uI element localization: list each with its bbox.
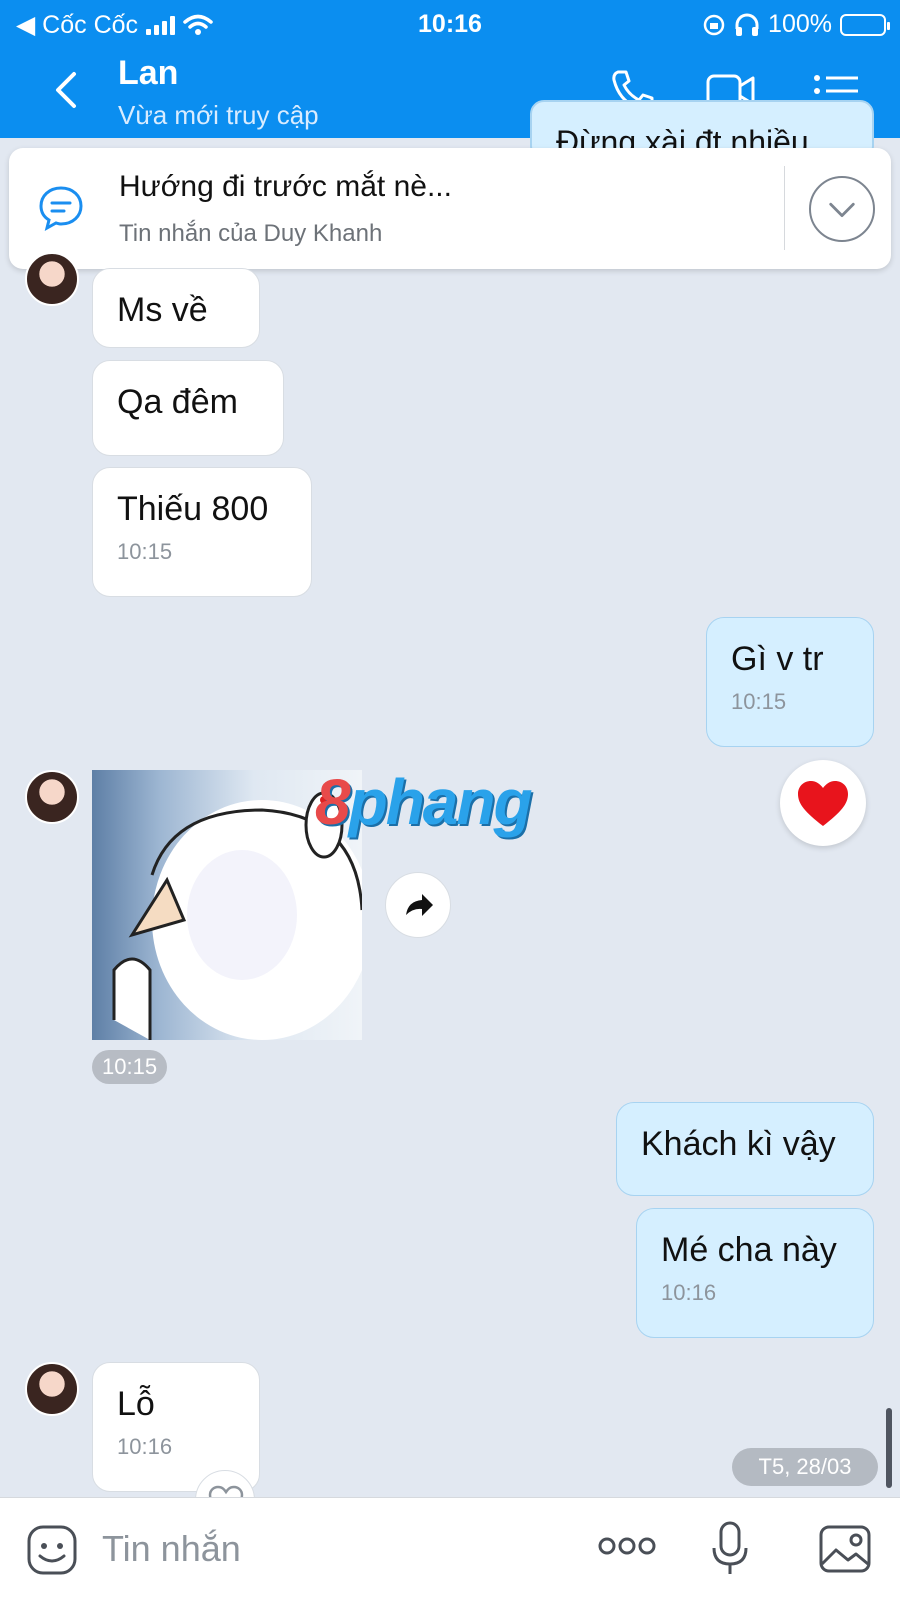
message-text: Ms về xyxy=(117,291,208,329)
message-time: 10:15 xyxy=(117,539,173,564)
chevron-down-icon[interactable] xyxy=(809,176,875,242)
message-composer xyxy=(0,1497,900,1600)
watermark-logo: 8phang xyxy=(315,766,533,838)
message-bubble-outgoing[interactable]: Mé cha này 10:16 xyxy=(636,1208,874,1338)
date-indicator: T5, 28/03 xyxy=(732,1448,878,1486)
image-gallery-icon[interactable] xyxy=(818,1524,872,1574)
avatar[interactable] xyxy=(25,770,79,824)
contact-status: Vừa mới truy cập xyxy=(118,100,319,130)
reaction-button[interactable] xyxy=(780,760,866,846)
message-text: Gì v tr xyxy=(731,640,824,678)
sticker-emoji-icon[interactable] xyxy=(26,1524,78,1576)
message-time: 10:16 xyxy=(117,1434,173,1459)
microphone-icon[interactable] xyxy=(710,1520,750,1578)
message-text: Khách kì vậy xyxy=(641,1125,836,1163)
chat-bubble-icon xyxy=(39,186,83,231)
message-text: Thiếu 800 xyxy=(117,490,269,528)
message-time: 10:15 xyxy=(731,689,787,714)
message-bubble-incoming[interactable]: Thiếu 800 10:15 xyxy=(92,467,312,597)
more-options-icon[interactable] xyxy=(598,1534,656,1558)
contact-name[interactable]: Lan xyxy=(118,54,178,93)
battery-percent: 100% xyxy=(768,10,832,38)
pinned-message-bar[interactable]: Hướng đi trước mắt nè... Tin nhắn của Du… xyxy=(9,148,891,269)
share-button[interactable] xyxy=(385,872,451,938)
message-input[interactable] xyxy=(102,1520,562,1578)
message-text: Qa đêm xyxy=(117,383,238,421)
message-time: 10:16 xyxy=(661,1280,717,1305)
sticker-time: 10:15 xyxy=(92,1050,168,1084)
heart-icon xyxy=(798,781,848,826)
message-bubble-incoming[interactable]: Qa đêm xyxy=(92,360,284,456)
status-bar: ◀ Cốc Cốc 10:16 100% xyxy=(0,6,900,42)
avatar[interactable] xyxy=(25,1362,79,1416)
pinned-subtitle: Tin nhắn của Duy Khanh xyxy=(119,220,383,247)
message-bubble-incoming[interactable]: Ms về xyxy=(92,268,260,348)
pinned-divider xyxy=(784,166,785,250)
back-icon[interactable] xyxy=(46,68,86,112)
rotation-lock-icon xyxy=(703,14,725,35)
pinned-title: Hướng đi trước mắt nè... xyxy=(119,170,452,203)
battery-icon xyxy=(840,13,890,36)
status-right: 100% xyxy=(702,10,890,39)
message-text: Mé cha này xyxy=(661,1231,837,1269)
headphones-icon xyxy=(735,13,759,36)
scrollbar[interactable] xyxy=(886,1408,892,1488)
message-bubble-outgoing[interactable]: Gì v tr 10:15 xyxy=(706,617,874,747)
share-arrow-icon xyxy=(406,894,433,916)
message-text: Lỗ xyxy=(117,1385,155,1423)
message-bubble-outgoing[interactable]: Khách kì vậy xyxy=(616,1102,874,1196)
avatar[interactable] xyxy=(25,252,79,306)
